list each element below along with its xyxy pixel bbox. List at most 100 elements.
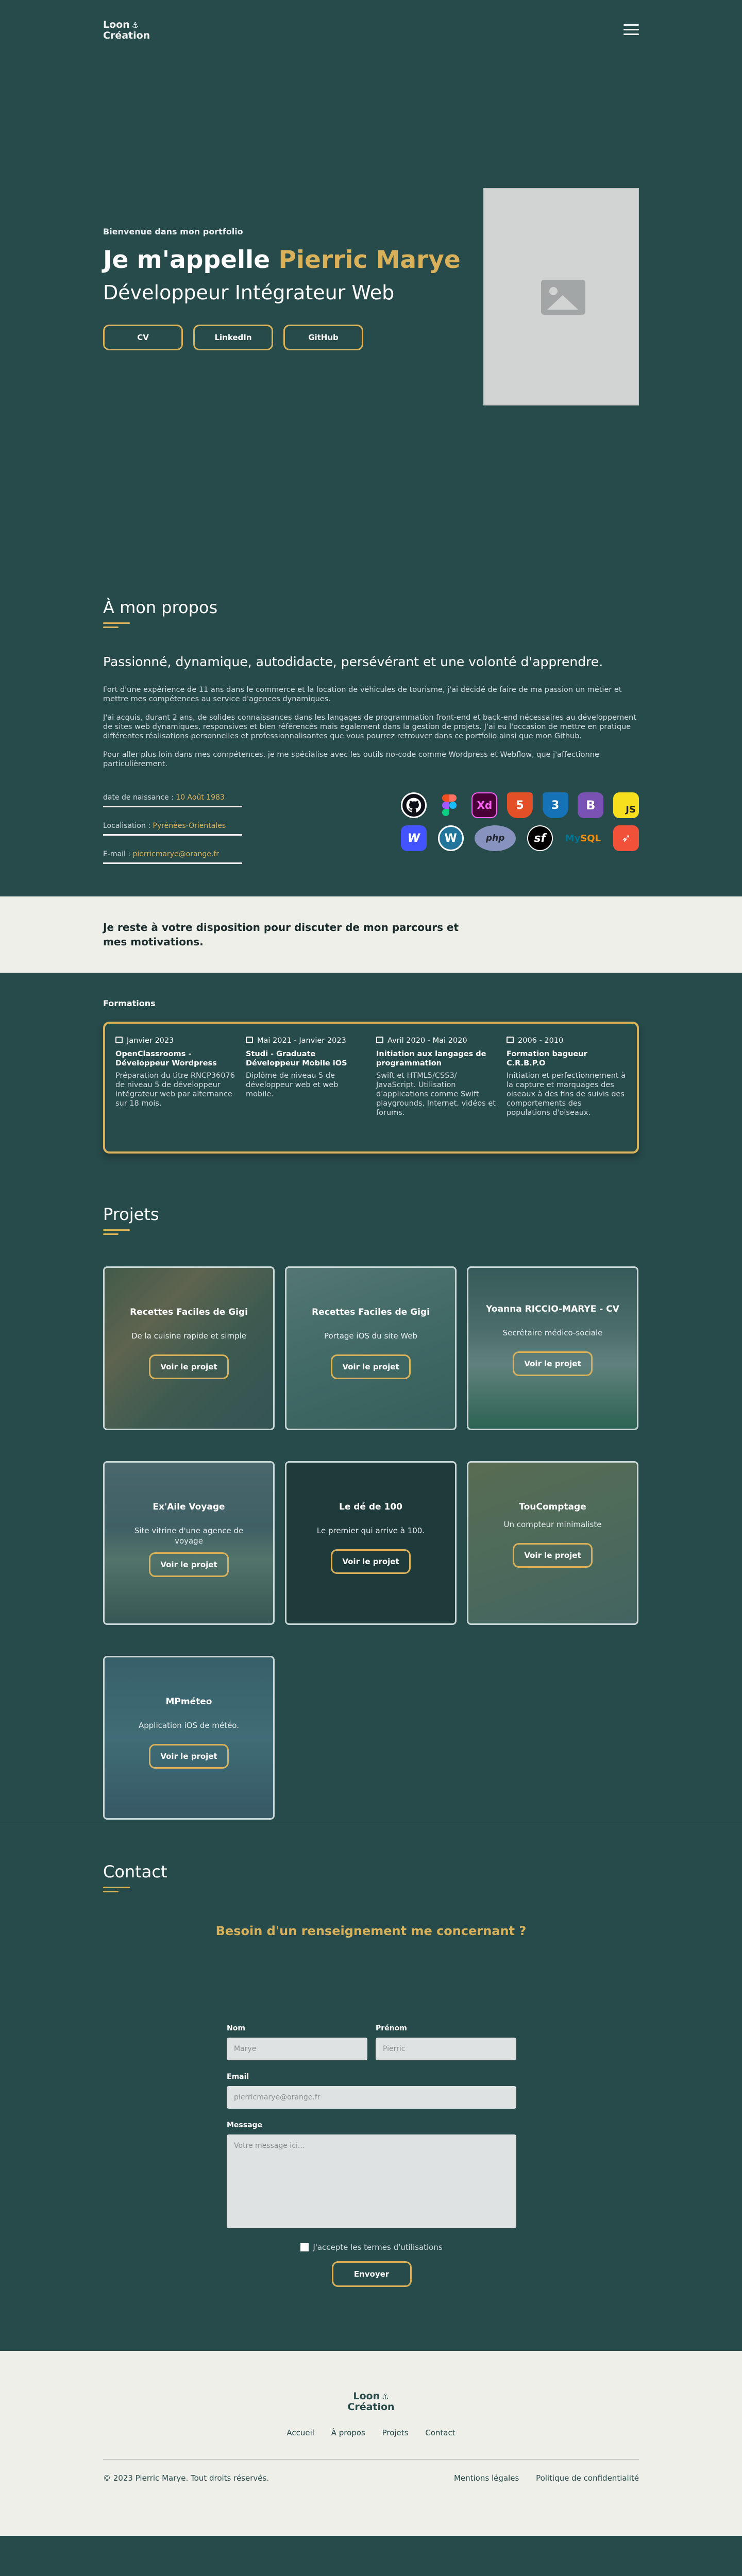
prenom-label: Prénom bbox=[376, 2024, 407, 2032]
hero-buttons: CV LinkedIn GitHub bbox=[103, 325, 461, 350]
project-card[interactable]: Yoanna RICCIO-MARYE - CV Secrétaire médi… bbox=[467, 1266, 638, 1430]
calendar-icon bbox=[507, 1037, 514, 1043]
fact-label: E-mail : bbox=[103, 850, 131, 858]
project-desc: Portage iOS du site Web bbox=[324, 1331, 418, 1341]
formations-box: Janvier 2023 OpenClassrooms - Développeu… bbox=[103, 1022, 639, 1154]
message-textarea[interactable] bbox=[227, 2134, 516, 2228]
project-title: Recettes Faciles de Gigi bbox=[312, 1307, 430, 1317]
formation-date: Mai 2021 - Janvier 2023 bbox=[246, 1036, 366, 1045]
send-button[interactable]: Envoyer bbox=[331, 2261, 412, 2287]
title-underline bbox=[103, 1887, 130, 1892]
formation-date: Janvier 2023 bbox=[115, 1036, 235, 1045]
hero-text: Bienvenue dans mon portfolio Je m'appell… bbox=[103, 227, 461, 350]
title-underline bbox=[103, 622, 130, 628]
formation-date-text: Janvier 2023 bbox=[127, 1037, 174, 1045]
fact-value[interactable]: pierricmarye@orange.fr bbox=[133, 850, 220, 858]
about-tagline: Passionné, dynamique, autodidacte, persé… bbox=[103, 654, 603, 669]
contact-form: Nom Prénom Email Message J'accepte les t… bbox=[227, 2024, 516, 2287]
about-title: À mon propos bbox=[103, 598, 218, 617]
footer-logo[interactable]: Loon ⚓ Création bbox=[103, 2391, 639, 2412]
formation-desc: Swift et HTML5/CSS3/ JavaScript. Utilisa… bbox=[376, 1072, 496, 1117]
view-project-button[interactable]: Voir le projet bbox=[149, 1744, 229, 1769]
project-card[interactable]: Ex'Aile Voyage Site vitrine d'une agence… bbox=[103, 1461, 275, 1625]
copyright: © 2023 Pierric Marye. Tout droits réserv… bbox=[103, 2473, 269, 2483]
terms-checkbox[interactable] bbox=[300, 2243, 309, 2251]
linkedin-button[interactable]: LinkedIn bbox=[193, 325, 273, 350]
email-input[interactable] bbox=[227, 2086, 516, 2109]
legal-notice-link[interactable]: Mentions légales bbox=[454, 2473, 519, 2483]
formation-item: Janvier 2023 OpenClassrooms - Développeu… bbox=[115, 1036, 235, 1139]
formation-date: 2006 - 2010 bbox=[507, 1036, 627, 1045]
project-title: Le dé de 100 bbox=[339, 1502, 402, 1512]
footer: Loon ⚓ Création Accueil À propos Projets … bbox=[0, 2351, 742, 2536]
project-card[interactable]: Le dé de 100 Le premier qui arrive à 100… bbox=[285, 1461, 457, 1625]
title-underline bbox=[103, 1229, 130, 1235]
formation-name: Studi - Graduate Développeur Mobile iOS bbox=[246, 1050, 347, 1067]
nom-label: Nom bbox=[227, 2024, 245, 2032]
project-desc: De la cuisine rapide et simple bbox=[131, 1331, 247, 1341]
footer-link-projets[interactable]: Projets bbox=[382, 2428, 409, 2437]
profile-photo-placeholder bbox=[483, 188, 639, 405]
bootstrap-icon: B bbox=[578, 792, 604, 818]
formation-date-text: 2006 - 2010 bbox=[518, 1037, 564, 1045]
terms-row: J'accepte les termes d'utilisations bbox=[227, 2243, 516, 2252]
privacy-policy-link[interactable]: Politique de confidentialité bbox=[536, 2473, 639, 2483]
project-desc: Le premier qui arrive à 100. bbox=[316, 1526, 425, 1535]
fact-birthdate: date de naissance : 10 Août 1983 bbox=[103, 788, 242, 807]
github-button[interactable]: GitHub bbox=[283, 325, 363, 350]
formations-section: Formations Janvier 2023 OpenClassrooms -… bbox=[103, 973, 639, 1199]
view-project-button[interactable]: Voir le projet bbox=[149, 1354, 229, 1379]
project-desc: Un compteur minimaliste bbox=[503, 1520, 602, 1529]
formation-date-text: Avril 2020 - Mai 2020 bbox=[387, 1037, 467, 1045]
project-card[interactable]: MPméteo Application iOS de météo. Voir l… bbox=[103, 1656, 275, 1820]
project-desc: Site vitrine d'une agence de voyage bbox=[134, 1526, 244, 1546]
project-card[interactable]: Recettes Faciles de Gigi Portage iOS du … bbox=[285, 1266, 457, 1430]
formation-date: Avril 2020 - Mai 2020 bbox=[376, 1036, 496, 1045]
calendar-icon bbox=[115, 1037, 123, 1043]
view-project-button[interactable]: Voir le projet bbox=[149, 1552, 229, 1577]
email-label: Email bbox=[227, 2073, 249, 2081]
prenom-input[interactable] bbox=[376, 2038, 516, 2060]
cv-button[interactable]: CV bbox=[103, 325, 183, 350]
formation-name: Formation bagueur C.R.B.P.O bbox=[507, 1050, 587, 1067]
footer-divider bbox=[103, 2459, 639, 2460]
fact-label: Localisation : bbox=[103, 822, 151, 830]
legal-links: Mentions légales Politique de confidenti… bbox=[440, 2473, 639, 2483]
project-desc: Secrétaire médico-sociale bbox=[502, 1328, 603, 1337]
project-title: Ex'Aile Voyage bbox=[153, 1502, 225, 1512]
logo[interactable]: Loon ⚓ Création bbox=[103, 20, 150, 41]
formation-name: Initiation aux langages de programmation bbox=[376, 1050, 486, 1067]
fact-value: 10 Août 1983 bbox=[176, 793, 225, 802]
formation-desc: Initiation et perfectionnement à la capt… bbox=[507, 1072, 626, 1117]
project-desc: Application iOS de météo. bbox=[139, 1721, 239, 1730]
menu-icon[interactable] bbox=[623, 24, 639, 36]
view-project-button[interactable]: Voir le projet bbox=[331, 1354, 411, 1379]
tech-icons: Xd 5 3 B JS W W php sf My SQL ➶ bbox=[401, 792, 639, 858]
about-section: À mon propos Passionné, dynamique, autod… bbox=[103, 546, 639, 896]
anchor-icon: ⚓ bbox=[382, 2392, 389, 2401]
symfony-icon: sf bbox=[527, 825, 553, 851]
fact-location: Localisation : Pyrénées-Orientales bbox=[103, 817, 242, 836]
fact-value: Pyrénées-Orientales bbox=[153, 822, 226, 830]
project-card[interactable]: Recettes Faciles de Gigi De la cuisine r… bbox=[103, 1266, 275, 1430]
formation-item: 2006 - 2010 Formation bagueur C.R.B.P.O … bbox=[507, 1036, 627, 1139]
fact-email: E-mail : pierricmarye@orange.fr bbox=[103, 845, 242, 864]
formation-item: Avril 2020 - Mai 2020 Initiation aux lan… bbox=[376, 1036, 496, 1139]
view-project-button[interactable]: Voir le projet bbox=[513, 1351, 593, 1376]
personal-facts: date de naissance : 10 Août 1983 Localis… bbox=[103, 788, 242, 873]
footer-link-contact[interactable]: Contact bbox=[425, 2428, 455, 2437]
javascript-icon: JS bbox=[613, 792, 639, 818]
formation-date-text: Mai 2021 - Janvier 2023 bbox=[257, 1037, 346, 1045]
footer-link-accueil[interactable]: Accueil bbox=[286, 2428, 314, 2437]
banner-text: Je reste à votre disposition pour discut… bbox=[103, 921, 459, 948]
hero-name: Pierric Marye bbox=[278, 246, 461, 274]
view-project-button[interactable]: Voir le projet bbox=[331, 1549, 411, 1574]
footer-link-apropos[interactable]: À propos bbox=[331, 2428, 365, 2437]
fact-label: date de naissance : bbox=[103, 793, 174, 802]
hero-role: Développeur Intégrateur Web bbox=[103, 281, 395, 304]
view-project-button[interactable]: Voir le projet bbox=[513, 1543, 593, 1568]
wordpress-icon: W bbox=[437, 825, 464, 851]
anchor-icon: ⚓ bbox=[131, 21, 139, 30]
nom-input[interactable] bbox=[227, 2038, 367, 2060]
project-card[interactable]: TouComptage Un compteur minimaliste Voir… bbox=[467, 1461, 638, 1625]
